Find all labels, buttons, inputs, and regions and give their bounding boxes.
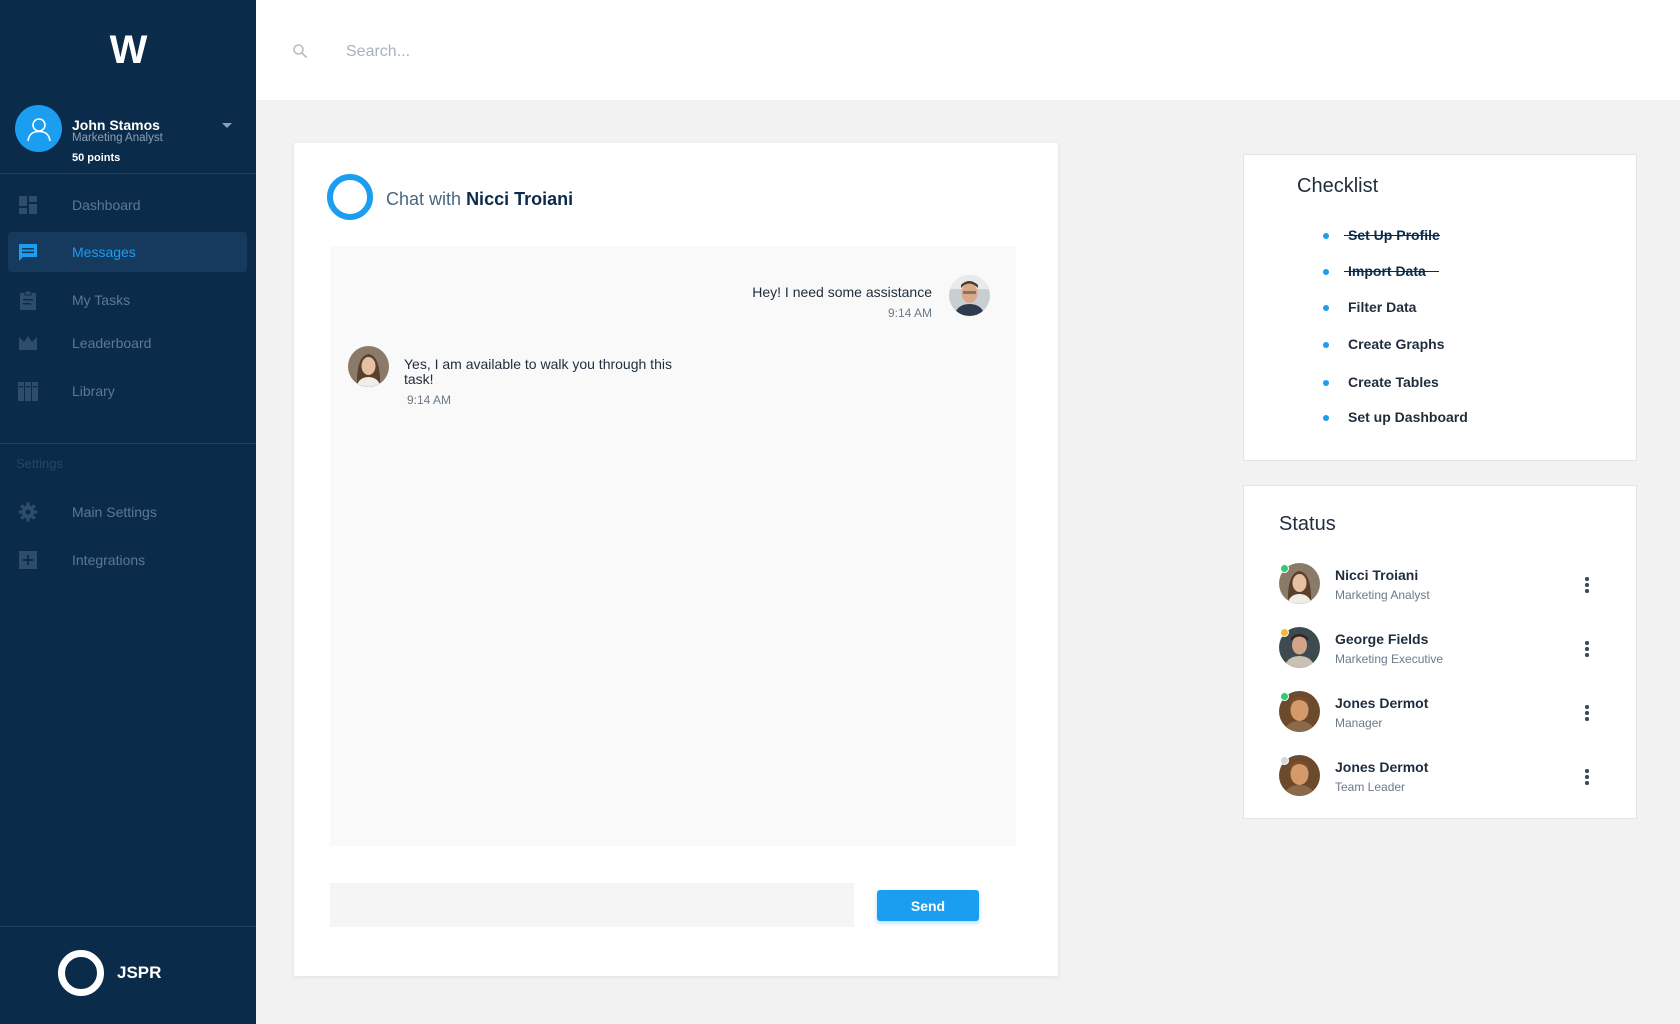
- strikethrough-line: [1344, 235, 1440, 236]
- checklist-card: Checklist Set Up Profile Import Data Fil…: [1243, 154, 1637, 461]
- status-title: Status: [1279, 513, 1336, 535]
- sidebar-item-label: Leaderboard: [72, 335, 152, 351]
- chevron-down-icon[interactable]: [222, 123, 232, 128]
- brand: JSPR: [58, 950, 218, 996]
- sidebar-divider: [0, 926, 256, 927]
- status-row[interactable]: Nicci Troiani Marketing Analyst: [1279, 563, 1599, 607]
- bullet-icon: [1323, 380, 1329, 386]
- sidebar-item-label: Main Settings: [72, 504, 157, 520]
- more-options-icon[interactable]: [1581, 575, 1593, 595]
- search-icon[interactable]: [292, 43, 308, 59]
- chat-ring-icon: [327, 174, 373, 220]
- plus-box-icon: [19, 551, 37, 569]
- person-role: Marketing Executive: [1335, 652, 1444, 666]
- sidebar-item-label: Integrations: [72, 552, 146, 568]
- gear-icon: [18, 502, 38, 522]
- chat-contact-name: Nicci Troiani: [466, 189, 574, 209]
- message-text: Yes, I am available to walk you through …: [404, 356, 672, 387]
- more-options-icon[interactable]: [1581, 767, 1593, 787]
- sidebar-item-leaderboard[interactable]: Leaderboard: [8, 323, 247, 363]
- presence-indicator: [1280, 692, 1289, 701]
- sidebar: W John Stamos Marketing Analyst 50 point…: [0, 0, 256, 1024]
- avatar: [949, 275, 990, 316]
- clipboard-icon: [20, 290, 36, 310]
- checklist-item-label: Set up Dashboard: [1348, 409, 1468, 425]
- app-logo[interactable]: W: [0, 28, 256, 73]
- dashboard-icon: [19, 196, 37, 214]
- status-card: Status Nicci Troiani Marketing Analyst G…: [1243, 485, 1637, 819]
- message-icon: [19, 244, 37, 261]
- bullet-icon: [1323, 415, 1329, 421]
- person-name: Jones Dermot: [1335, 695, 1429, 711]
- message-outgoing: Hey! I need some assistance 9:14 AM: [752, 284, 932, 320]
- chat-title-prefix: Chat with: [386, 189, 462, 209]
- presence-indicator: [1280, 564, 1289, 573]
- sidebar-item-library[interactable]: Library: [8, 371, 247, 411]
- person-name: George Fields: [1335, 631, 1429, 647]
- bullet-icon: [1323, 342, 1329, 348]
- brand-logo-icon: [58, 950, 104, 996]
- checklist-item[interactable]: Import Data: [1323, 263, 1439, 279]
- brand-name: JSPR: [117, 963, 162, 982]
- checklist-item-label: Filter Data: [1348, 299, 1417, 315]
- sidebar-item-dashboard[interactable]: Dashboard: [8, 185, 247, 225]
- user-role: Marketing Analyst: [72, 132, 163, 144]
- search-input[interactable]: [346, 38, 846, 66]
- strikethrough-line: [1344, 271, 1439, 272]
- message-incoming: Yes, I am available to walk you through …: [404, 356, 684, 408]
- message-list: Hey! I need some assistance 9:14 AM Yes,…: [330, 246, 1016, 846]
- message-text: Hey! I need some assistance: [752, 284, 932, 300]
- presence-indicator: [1280, 628, 1289, 637]
- checklist-item[interactable]: Set up Dashboard: [1323, 409, 1468, 425]
- sidebar-item-label: Library: [72, 383, 115, 399]
- sidebar-item-label: Messages: [72, 244, 136, 260]
- bullet-icon: [1323, 305, 1329, 311]
- more-options-icon[interactable]: [1581, 703, 1593, 723]
- person-role: Team Leader: [1335, 780, 1406, 794]
- sidebar-item-main-settings[interactable]: Main Settings: [8, 492, 247, 532]
- message-time: 9:14 AM: [887, 306, 932, 320]
- sidebar-item-label: My Tasks: [72, 292, 131, 308]
- user-profile[interactable]: John Stamos Marketing Analyst 50 points: [15, 105, 243, 165]
- avatar: [348, 346, 389, 387]
- sidebar-item-label: Dashboard: [72, 197, 141, 213]
- chat-panel: Chat with Nicci Troiani Hey! I need some…: [294, 143, 1058, 976]
- checklist-item[interactable]: Filter Data: [1323, 299, 1417, 315]
- presence-indicator: [1280, 756, 1289, 765]
- sidebar-divider: [0, 443, 256, 444]
- top-bar: [256, 0, 1680, 100]
- bullet-icon: [1323, 233, 1329, 239]
- person-name: Jones Dermot: [1335, 759, 1429, 775]
- sidebar-item-messages[interactable]: Messages: [8, 232, 247, 272]
- sidebar-item-my-tasks[interactable]: My Tasks: [8, 280, 247, 320]
- checklist-item[interactable]: Create Tables: [1323, 374, 1439, 390]
- bullet-icon: [1323, 269, 1329, 275]
- person-role: Manager: [1335, 716, 1383, 730]
- send-button[interactable]: Send: [877, 890, 979, 921]
- crown-icon: [19, 336, 37, 350]
- user-name: John Stamos: [72, 117, 160, 133]
- checklist-item-label: Create Graphs: [1348, 336, 1445, 352]
- sidebar-divider: [0, 173, 256, 174]
- person-role: Marketing Analyst: [1335, 588, 1430, 602]
- chat-title: Chat with Nicci Troiani: [386, 189, 573, 210]
- person-name: Nicci Troiani: [1335, 567, 1419, 583]
- checklist-title: Checklist: [1297, 175, 1379, 197]
- status-row[interactable]: Jones Dermot Manager: [1279, 691, 1599, 735]
- settings-heading: Settings: [16, 456, 63, 471]
- checklist-item-label: Create Tables: [1348, 374, 1439, 390]
- checklist-item[interactable]: Set Up Profile: [1323, 227, 1440, 243]
- status-row[interactable]: Jones Dermot Team Leader: [1279, 755, 1599, 799]
- checklist-item[interactable]: Create Graphs: [1323, 336, 1445, 352]
- user-points: 50 points: [72, 152, 121, 164]
- user-avatar-icon: [15, 105, 62, 152]
- message-input[interactable]: [330, 883, 854, 927]
- sidebar-item-integrations[interactable]: Integrations: [8, 540, 247, 580]
- library-icon: [18, 382, 38, 401]
- more-options-icon[interactable]: [1581, 639, 1593, 659]
- message-time: 9:14 AM: [407, 393, 452, 407]
- status-row[interactable]: George Fields Marketing Executive: [1279, 627, 1599, 671]
